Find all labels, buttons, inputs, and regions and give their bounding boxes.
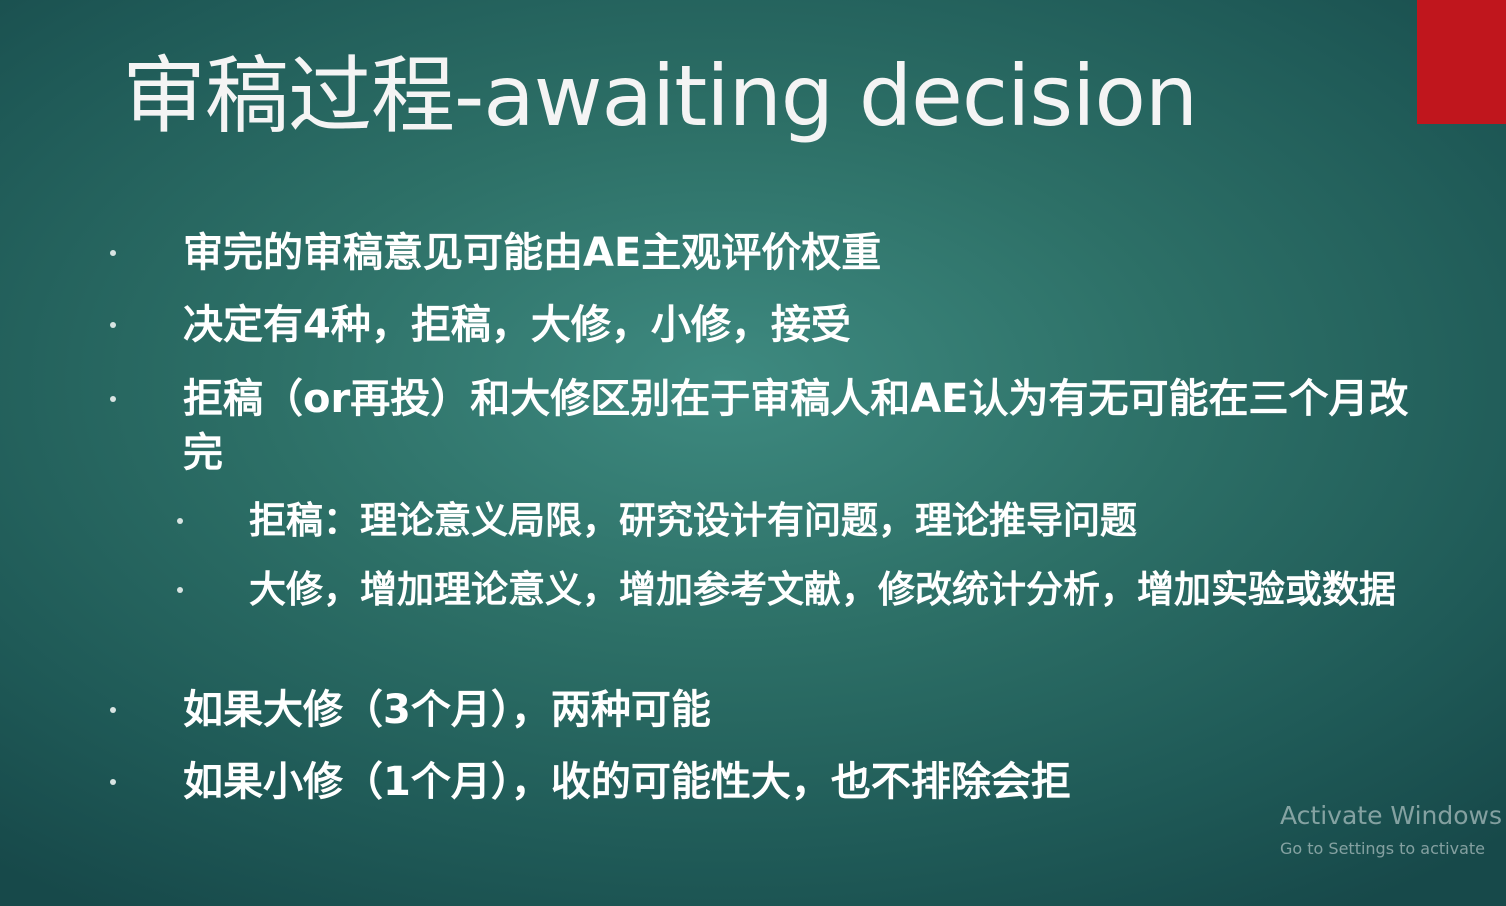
presentation-slide: 审稿过程-awaiting decision 审完的审稿意见可能由AE主观评价权… <box>0 0 1506 906</box>
bullet-text: 审完的审稿意见可能由AE主观评价权重 <box>183 230 882 276</box>
red-accent-block <box>1417 0 1506 124</box>
bullet-dot-icon <box>110 707 116 713</box>
sub-bullet-item-1: 拒稿：理论意义局限，研究设计有问题，理论推导问题 <box>177 497 1419 545</box>
bullet-text: 拒稿：理论意义局限，研究设计有问题，理论推导问题 <box>249 499 1137 542</box>
bullet-dot-icon <box>177 518 183 524</box>
bullet-text: 如果小修（1个月），收的可能性大，也不排除会拒 <box>183 759 1071 805</box>
watermark-subtitle: Go to Settings to activate <box>1280 839 1485 858</box>
bullet-text: 决定有4种，拒稿，大修，小修，接受 <box>183 302 851 348</box>
bullet-dot-icon <box>110 322 116 328</box>
bullet-dot-icon <box>177 587 183 593</box>
bullet-dot-icon <box>110 396 116 402</box>
activate-windows-watermark: Activate Windows Go to Settings to activ… <box>1280 798 1502 864</box>
bullet-text: 拒稿（or再投）和大修区别在于审稿人和AE认为有无可能在三个月改完 <box>183 376 1409 476</box>
bullet-text: 大修，增加理论意义，增加参考文献，修改统计分析，增加实验或数据 <box>249 568 1396 611</box>
bullet-dot-icon <box>110 779 116 785</box>
bullet-item-2: 决定有4种，拒稿，大修，小修，接受 <box>110 298 1423 352</box>
bullet-item-5: 如果小修（1个月），收的可能性大，也不排除会拒 <box>110 755 1423 809</box>
bullet-item-4: 如果大修（3个月），两种可能 <box>110 683 1423 737</box>
slide-title: 审稿过程-awaiting decision <box>122 47 1198 145</box>
sub-bullet-item-2: 大修，增加理论意义，增加参考文献，修改统计分析，增加实验或数据 <box>177 566 1419 614</box>
bullet-item-3: 拒稿（or再投）和大修区别在于审稿人和AE认为有无可能在三个月改完 <box>110 372 1423 480</box>
watermark-title: Activate Windows <box>1280 801 1502 830</box>
bullet-item-1: 审完的审稿意见可能由AE主观评价权重 <box>110 226 1423 280</box>
bullet-text: 如果大修（3个月），两种可能 <box>183 687 711 733</box>
bullet-dot-icon <box>110 250 116 256</box>
